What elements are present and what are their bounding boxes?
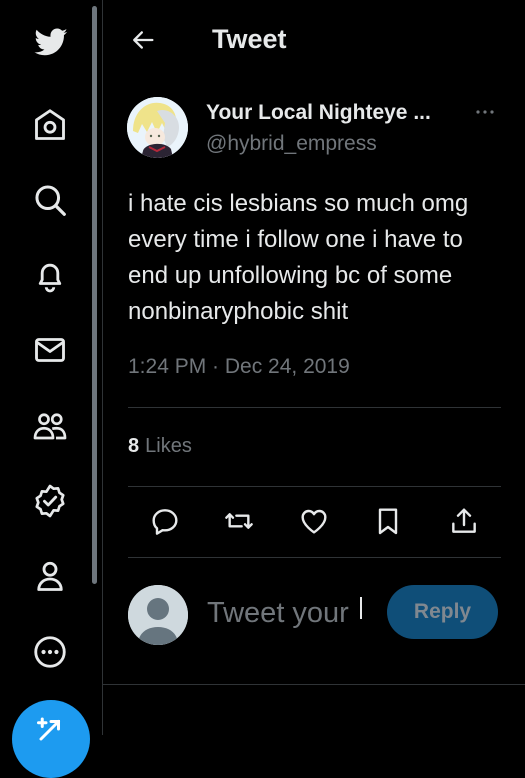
reply-submit-button[interactable]: Reply bbox=[387, 585, 498, 639]
divider bbox=[128, 486, 501, 487]
retweet-icon bbox=[225, 513, 253, 529]
comment-icon bbox=[152, 509, 178, 535]
verified-badge-icon bbox=[35, 484, 65, 518]
tweet-text-line: nonbinaryphobic shit bbox=[128, 298, 349, 325]
reply-input[interactable] bbox=[207, 590, 367, 636]
search-icon bbox=[35, 185, 66, 216]
arrow-left-icon bbox=[133, 31, 154, 49]
nav-notifications[interactable] bbox=[22, 248, 78, 304]
nav-messages[interactable] bbox=[22, 322, 78, 378]
bookmark-icon bbox=[378, 508, 398, 535]
nav-profile[interactable] bbox=[22, 548, 78, 604]
page-title: Tweet bbox=[212, 24, 287, 54]
default-avatar-icon bbox=[128, 585, 188, 645]
tweet-timestamp[interactable]: 1:24 PM · Dec 24, 2019 bbox=[128, 355, 350, 379]
home-icon bbox=[35, 109, 65, 140]
share-icon bbox=[452, 508, 476, 533]
tweet-more-button[interactable] bbox=[471, 100, 499, 124]
divider bbox=[128, 557, 501, 558]
nav-explore[interactable] bbox=[22, 172, 78, 228]
share-button[interactable] bbox=[446, 503, 482, 539]
twitter-logo-link[interactable] bbox=[22, 14, 78, 70]
compose-feather-icon bbox=[37, 717, 60, 741]
retweet-button[interactable] bbox=[221, 503, 257, 539]
bell-icon bbox=[38, 263, 62, 293]
mail-icon bbox=[35, 338, 65, 362]
author-display-name[interactable]: Your Local Nighteye ... bbox=[206, 101, 431, 125]
sidebar-scrollbar[interactable] bbox=[92, 6, 97, 584]
bookmark-button[interactable] bbox=[370, 503, 406, 539]
author-avatar[interactable] bbox=[127, 97, 188, 158]
author-handle[interactable]: @hybrid_empress bbox=[206, 132, 377, 156]
back-button[interactable] bbox=[125, 22, 161, 58]
page-header: Tweet bbox=[103, 0, 525, 80]
nav-communities[interactable] bbox=[22, 398, 78, 454]
divider bbox=[128, 407, 501, 408]
twitter-bird-icon bbox=[34, 28, 68, 56]
more-horizontal-icon bbox=[476, 110, 494, 114]
current-user-avatar[interactable] bbox=[128, 585, 188, 645]
people-icon bbox=[33, 413, 67, 440]
person-icon bbox=[37, 561, 63, 591]
like-button[interactable] bbox=[296, 503, 332, 539]
likes-count: 8 bbox=[128, 435, 140, 457]
nav-verified[interactable] bbox=[22, 473, 78, 529]
side-navigation bbox=[0, 0, 96, 778]
heart-icon bbox=[301, 509, 327, 534]
tweet-text-line: end up unfollowing bc of some bbox=[128, 262, 453, 289]
text-cursor bbox=[360, 597, 362, 619]
tweet-detail-column: Tweet Your Local Nighteye ... @hybrid_em… bbox=[102, 0, 525, 735]
nav-home[interactable] bbox=[22, 97, 78, 153]
tweet-text-line: i hate cis lesbians so much omg bbox=[128, 190, 469, 217]
reply-button[interactable] bbox=[147, 503, 183, 539]
likes-stat[interactable]: 8 Likes bbox=[128, 435, 192, 458]
avatar-illustration bbox=[127, 97, 188, 158]
compose-tweet-button[interactable] bbox=[12, 700, 90, 778]
divider bbox=[103, 684, 525, 685]
tweet-text-line: every time i follow one i have to bbox=[128, 226, 463, 253]
tweet-text: i hate cis lesbians so much omg every ti… bbox=[128, 186, 513, 330]
more-circle-icon bbox=[34, 636, 66, 668]
likes-label: Likes bbox=[145, 435, 192, 457]
nav-more[interactable] bbox=[22, 624, 78, 680]
